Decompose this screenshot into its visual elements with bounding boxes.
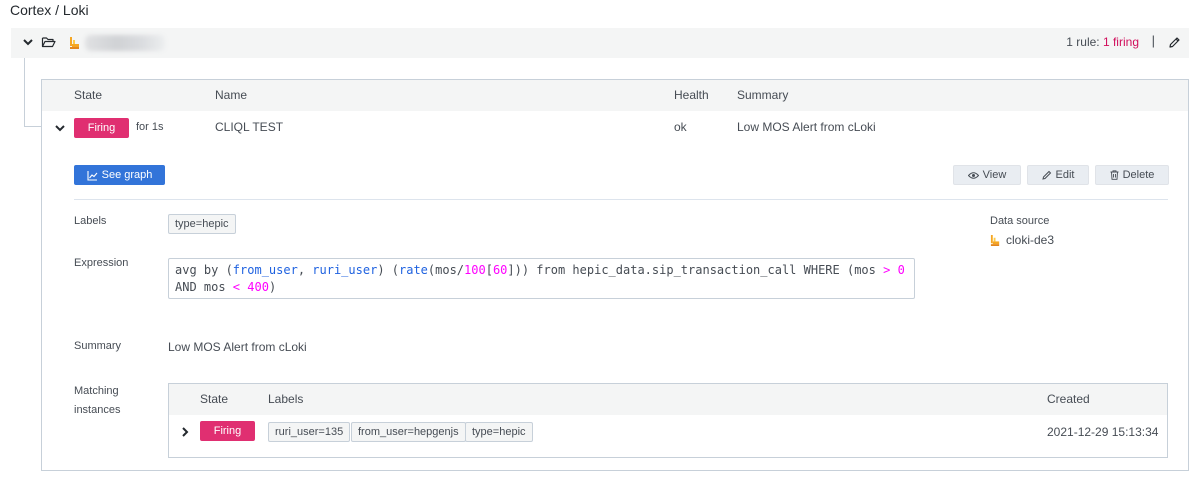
loki-logo-icon: [990, 234, 1000, 246]
column-header-labels: Labels: [268, 392, 304, 406]
label-tag: from_user=hepgenjs: [351, 422, 466, 442]
edit-button[interactable]: Edit: [1027, 165, 1089, 185]
label-tag: type=hepic: [465, 422, 533, 442]
matching-instances-label: Matching instances: [74, 385, 121, 416]
instances-table-header: State Labels Created: [169, 384, 1167, 415]
expression-label: Expression: [74, 257, 129, 269]
chevron-right-icon[interactable]: [178, 425, 192, 439]
column-header-state: State: [74, 88, 103, 102]
view-button[interactable]: View: [953, 165, 1021, 185]
instances-table: State Labels Created Firing ruri_user=13…: [168, 383, 1168, 458]
summary-value: Low MOS Alert from cLoki: [168, 340, 307, 354]
firing-count: 1 firing: [1102, 35, 1139, 49]
chevron-down-icon[interactable]: [53, 121, 67, 135]
status-badge: Firing: [200, 421, 255, 441]
line-chart-icon: [87, 170, 98, 181]
instance-created: 2021-12-29 15:13:34: [1047, 425, 1159, 439]
rule-health: ok: [674, 120, 687, 134]
delete-button[interactable]: Delete: [1095, 165, 1169, 185]
column-header-health: Health: [674, 88, 709, 102]
breadcrumb: Cortex / Loki: [10, 2, 89, 18]
tree-connector: [24, 126, 41, 127]
expression-viewer: avg by (from_user, ruri_user) (rate(mos/…: [168, 258, 915, 299]
rule-summary: Low MOS Alert from cLoki: [737, 120, 876, 134]
column-header-created: Created: [1047, 392, 1090, 406]
pencil-icon: [1041, 170, 1051, 180]
label-tag: type=hepic: [168, 214, 236, 234]
redacted-group-name: [85, 35, 165, 51]
eye-icon: [967, 171, 979, 179]
column-header-name: Name: [215, 88, 248, 102]
rules-table-header: State Name Health Summary: [42, 80, 1188, 111]
chevron-down-icon[interactable]: [21, 35, 35, 49]
trash-icon: [1110, 170, 1119, 180]
rules-panel: State Name Health Summary Firing for 1s …: [41, 79, 1189, 471]
labels-label: Labels: [74, 215, 107, 227]
rule-group-row[interactable]: 1 rule: 1 firing |: [11, 28, 1189, 58]
column-header-summary: Summary: [737, 88, 789, 102]
data-source-label: Data source: [990, 215, 1050, 227]
data-source-value: cloki-de3: [990, 233, 1054, 247]
rule-name: CLIQL TEST: [215, 120, 284, 134]
column-header-state: State: [200, 392, 229, 406]
label-tag: ruri_user=135: [268, 422, 351, 442]
divider: [74, 199, 1168, 200]
status-badge: Firing: [74, 118, 129, 138]
firing-duration: for 1s: [136, 121, 164, 133]
separator: |: [1151, 33, 1155, 48]
tree-connector: [24, 58, 25, 126]
rule-count: 1 rule: 1 firing: [1066, 35, 1139, 49]
pencil-icon[interactable]: [1168, 36, 1181, 49]
loki-logo-icon: [70, 37, 79, 49]
see-graph-button[interactable]: See graph: [74, 165, 165, 185]
summary-label: Summary: [74, 340, 122, 352]
folder-open-icon: [41, 37, 56, 48]
